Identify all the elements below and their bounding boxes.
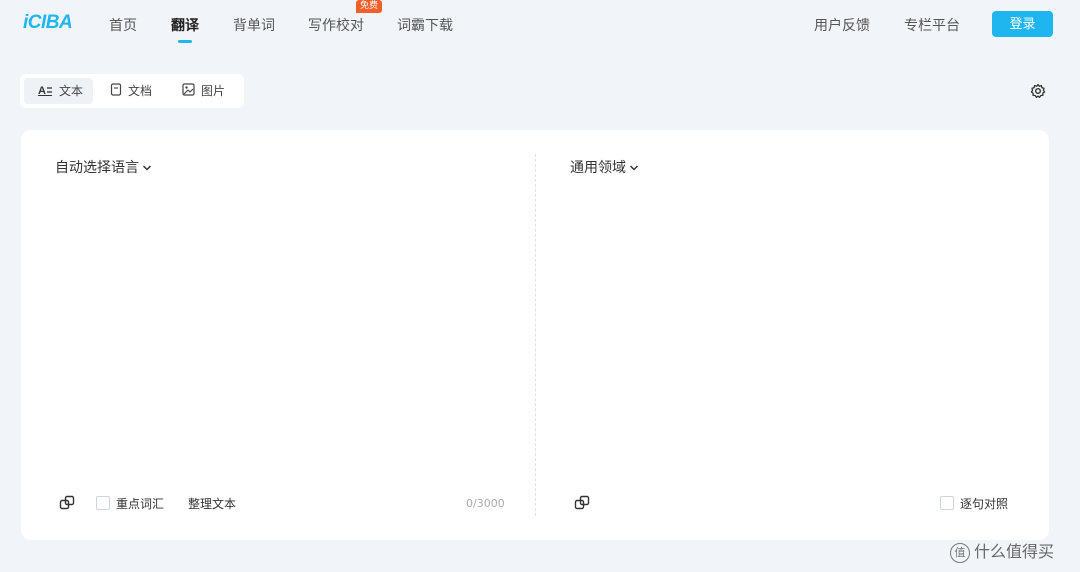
tab-document[interactable]: 文档 [96, 78, 162, 104]
nav-translate[interactable]: 翻译 [171, 15, 199, 35]
mode-tabs: A 文本 文档 图片 [20, 74, 244, 108]
svg-text:A: A [38, 85, 46, 96]
tab-document-label: 文档 [128, 84, 153, 98]
document-icon [110, 79, 122, 105]
top-navigation-bar: iCIBA 首页 翻译 背单词 写作校对 免费 词霸下载 用户反馈 专栏平台 登… [0, 0, 1080, 50]
translation-output [569, 190, 1029, 490]
nav-download[interactable]: 词霸下载 [397, 15, 453, 35]
panel-divider [535, 154, 536, 516]
tab-image[interactable]: 图片 [168, 78, 235, 104]
key-vocab-checkbox[interactable] [96, 496, 110, 510]
active-nav-indicator [178, 40, 192, 43]
key-vocab-label: 重点词汇 [116, 497, 165, 511]
chevron-down-icon [629, 160, 639, 176]
nav-user-feedback[interactable]: 用户反馈 [814, 15, 870, 35]
domain-select-label: 通用领域 [570, 160, 626, 176]
tab-image-label: 图片 [201, 84, 226, 98]
chevron-down-icon [142, 160, 152, 176]
sentence-compare-checkbox[interactable] [940, 496, 954, 510]
text-icon: A [38, 79, 53, 105]
settings-gear-icon[interactable] [1030, 83, 1046, 99]
source-language-label: 自动选择语言 [55, 160, 139, 176]
source-text-input[interactable] [53, 190, 517, 494]
translation-panel: 自动选择语言 通用领域 重点词汇 整理文本 0/3000 逐句对照 [21, 130, 1049, 540]
character-counter: 0/3000 [466, 497, 505, 510]
image-icon [182, 79, 195, 105]
source-language-select[interactable]: 自动选择语言 [55, 157, 152, 177]
nav-home[interactable]: 首页 [109, 15, 137, 35]
free-badge: 免费 [356, 0, 383, 13]
tab-text[interactable]: A 文本 [24, 78, 94, 105]
login-button[interactable]: 登录 [992, 11, 1053, 37]
iciba-logo[interactable]: iCIBA [23, 12, 73, 34]
watermark-text: 什么值得买 [974, 542, 1055, 561]
nav-vocabulary[interactable]: 背单词 [233, 15, 275, 35]
copy-icon[interactable] [59, 495, 75, 511]
tidy-text-button[interactable]: 整理文本 [188, 495, 236, 512]
watermark: 值什么值得买 [950, 538, 1054, 563]
sentence-compare-label: 逐句对照 [960, 497, 1009, 511]
copy-icon[interactable] [574, 495, 590, 511]
tab-text-label: 文本 [59, 84, 84, 98]
nav-column-platform[interactable]: 专栏平台 [904, 15, 960, 35]
nav-writing-proofread[interactable]: 写作校对 [308, 15, 364, 35]
watermark-symbol: 值 [950, 542, 970, 563]
domain-select[interactable]: 通用领域 [570, 157, 639, 177]
